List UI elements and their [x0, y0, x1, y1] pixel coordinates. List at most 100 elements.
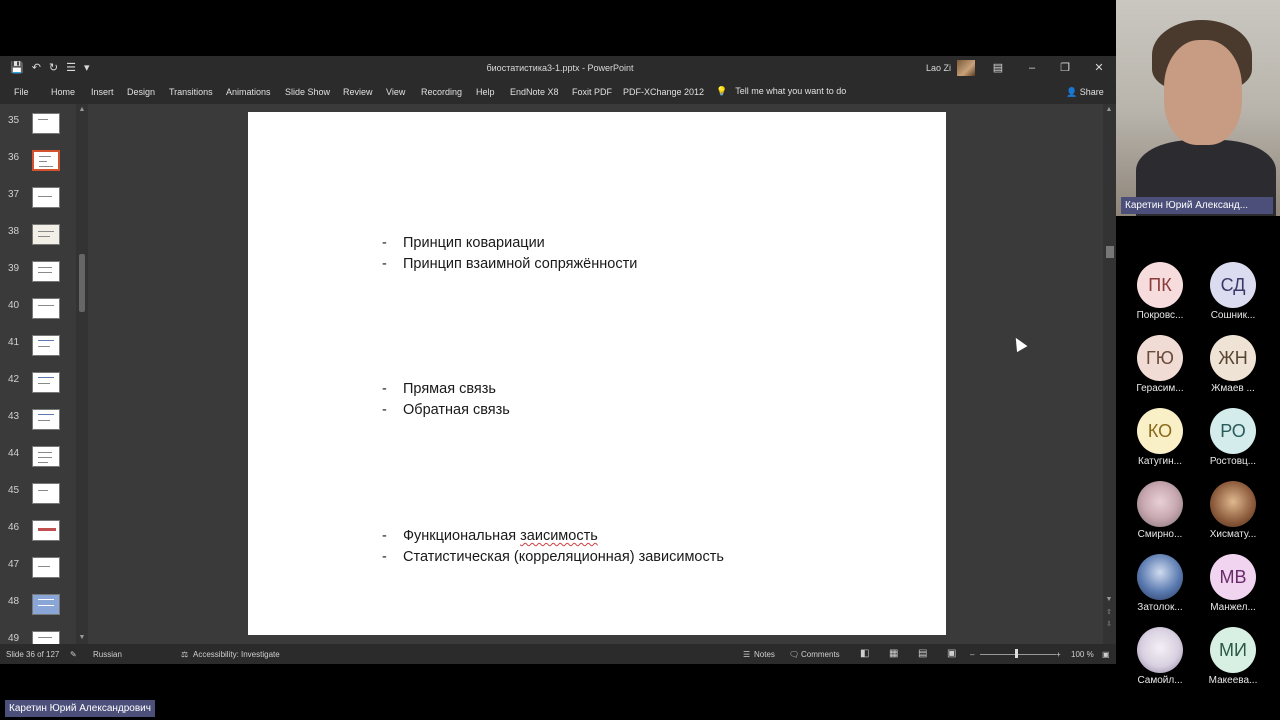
fit-to-window-icon[interactable]: ▣ [1102, 650, 1110, 659]
thumbnail-image [32, 150, 60, 171]
save-icon[interactable]: 💾 [10, 61, 24, 75]
tab-foxit[interactable]: Foxit PDF [572, 87, 612, 97]
thumbnail-slide[interactable]: 42 [0, 370, 76, 407]
user-avatar[interactable] [957, 60, 975, 76]
tab-animations[interactable]: Animations [226, 87, 271, 97]
participant-tile[interactable]: ГЮ Герасим... [1128, 335, 1192, 401]
tell-me-label: Tell me what you want to do [735, 86, 847, 96]
tab-transitions[interactable]: Transitions [169, 87, 213, 97]
next-slide-icon[interactable]: ⇩ [1105, 620, 1113, 628]
thumbnail-slide[interactable]: 49 [0, 629, 76, 644]
bullet-text: Обратная связь [403, 402, 510, 418]
slide-scrollbar[interactable]: ▲ ▼ ⇧ ⇩ [1103, 104, 1116, 644]
redo-icon[interactable]: ↻ [49, 61, 58, 75]
participant-avatar: СД [1210, 262, 1256, 308]
thumbnail-image [32, 409, 60, 430]
slide-thumbnail-pane: 35 36 37 38 39 40 41 42 43 44 45 46 47 4… [0, 104, 88, 644]
participant-tile[interactable]: Хисмату... [1201, 481, 1265, 547]
share-button[interactable]: 👤 Share [1066, 87, 1104, 98]
thumbnail-slide[interactable]: 35 [0, 111, 76, 148]
thumbnail-slide[interactable]: 46 [0, 518, 76, 555]
share-label: Share [1079, 87, 1104, 97]
tab-insert[interactable]: Insert [91, 87, 114, 97]
slide-sorter-icon[interactable]: ▦ [889, 648, 898, 659]
thumbnail-slide-selected[interactable]: 36 [0, 148, 76, 185]
scroll-up-icon[interactable]: ▲ [1105, 106, 1113, 113]
participant-name: Самойл... [1137, 675, 1183, 686]
participant-tile[interactable]: Смирно... [1128, 481, 1192, 547]
tab-endnote[interactable]: EndNote X8 [510, 87, 559, 97]
thumbnail-slide[interactable]: 41 [0, 333, 76, 370]
participant-tile[interactable]: СД Сошник... [1201, 262, 1265, 328]
zoom-level[interactable]: 100 % [1071, 650, 1094, 659]
thumbnail-number: 36 [8, 152, 20, 163]
scroll-up-icon[interactable]: ▲ [78, 106, 86, 113]
undo-icon[interactable]: ↶ [32, 61, 41, 75]
participant-tile[interactable]: ПК Покровс... [1128, 262, 1192, 328]
participant-tile[interactable]: Самойл... [1128, 627, 1192, 693]
thumbnail-slide[interactable]: 43 [0, 407, 76, 444]
ribbon-display-icon[interactable]: ▤ [988, 60, 1008, 76]
scrollbar-thumb[interactable] [1106, 246, 1114, 258]
thumbnail-slide[interactable]: 37 [0, 185, 76, 222]
tab-slide-show[interactable]: Slide Show [285, 87, 330, 97]
thumbnail-number: 44 [8, 448, 20, 459]
accessibility-status[interactable]: Accessibility: Investigate [193, 650, 280, 659]
participant-tile[interactable]: Затолок... [1128, 554, 1192, 620]
scrollbar-thumb[interactable] [79, 254, 85, 312]
restore-button[interactable]: ❐ [1055, 60, 1075, 76]
thumbnail-image [32, 335, 60, 356]
slide-canvas[interactable]: - Принцип ковариации - Принцип взаимной со… [248, 112, 946, 635]
thumbnail-slide[interactable]: 45 [0, 481, 76, 518]
participant-name: Затолок... [1137, 602, 1183, 613]
tab-review[interactable]: Review [343, 87, 373, 97]
scroll-down-icon[interactable]: ▼ [78, 634, 86, 641]
slideshow-view-icon[interactable]: ▣ [947, 648, 956, 659]
tab-design[interactable]: Design [127, 87, 155, 97]
normal-view-icon[interactable]: ◧ [860, 648, 869, 659]
scroll-down-icon[interactable]: ▼ [1105, 596, 1113, 603]
thumbnail-slide[interactable]: 47 [0, 555, 76, 592]
touch-icon[interactable]: ☰ [66, 61, 76, 75]
participant-photo [1137, 554, 1183, 600]
thumbnail-scrollbar[interactable]: ▲ ▼ [76, 104, 88, 644]
tab-pdf-xchange[interactable]: PDF-XChange 2012 [623, 87, 704, 97]
thumbnail-slide[interactable]: 40 [0, 296, 76, 333]
participant-tile[interactable]: КО Катугин... [1128, 408, 1192, 474]
tab-view[interactable]: View [386, 87, 405, 97]
thumbnail-slide[interactable]: 38 [0, 222, 76, 259]
participant-name: Катугин... [1138, 456, 1182, 467]
participant-avatar: ЖН [1210, 335, 1256, 381]
thumbnail-slide[interactable]: 44 [0, 444, 76, 481]
zoom-slider-handle[interactable] [1015, 649, 1018, 658]
participant-tile[interactable]: РО Ростовц... [1201, 408, 1265, 474]
notes-button[interactable]: Notes [754, 650, 775, 659]
participant-tile[interactable]: МВ Манжел... [1201, 554, 1265, 620]
thumbnail-image [32, 520, 60, 541]
previous-slide-icon[interactable]: ⇧ [1105, 608, 1113, 616]
zoom-slider[interactable] [980, 654, 1056, 655]
active-speaker-video[interactable]: Каретин Юрий Александ... [1116, 0, 1280, 216]
tab-file[interactable]: File [14, 87, 29, 97]
zoom-in-icon[interactable]: + [1056, 650, 1061, 659]
close-button[interactable]: ✕ [1089, 60, 1109, 76]
customize-icon[interactable]: ▾ [84, 61, 90, 75]
comments-button[interactable]: Comments [801, 650, 840, 659]
thumbnail-slide[interactable]: 48 [0, 592, 76, 629]
participant-tile[interactable]: МИ Макеева... [1201, 627, 1265, 693]
tell-me-search[interactable]: 💡 Tell me what you want to do [716, 86, 846, 97]
user-name[interactable]: Lao Zi [926, 63, 951, 73]
minimize-button[interactable]: – [1022, 60, 1042, 76]
participant-avatar: ГЮ [1137, 335, 1183, 381]
participant-tile[interactable]: ЖН Жмаев ... [1201, 335, 1265, 401]
thumbnail-number: 42 [8, 374, 20, 385]
participant-avatar: КО [1137, 408, 1183, 454]
tab-recording[interactable]: Recording [421, 87, 462, 97]
thumbnail-slide[interactable]: 39 [0, 259, 76, 296]
tab-help[interactable]: Help [476, 87, 495, 97]
tab-home[interactable]: Home [51, 87, 75, 97]
spellcheck-icon[interactable]: ✎ [70, 650, 77, 659]
language-indicator[interactable]: Russian [93, 650, 122, 659]
zoom-out-icon[interactable]: – [970, 650, 974, 659]
reading-view-icon[interactable]: ▤ [918, 648, 927, 659]
